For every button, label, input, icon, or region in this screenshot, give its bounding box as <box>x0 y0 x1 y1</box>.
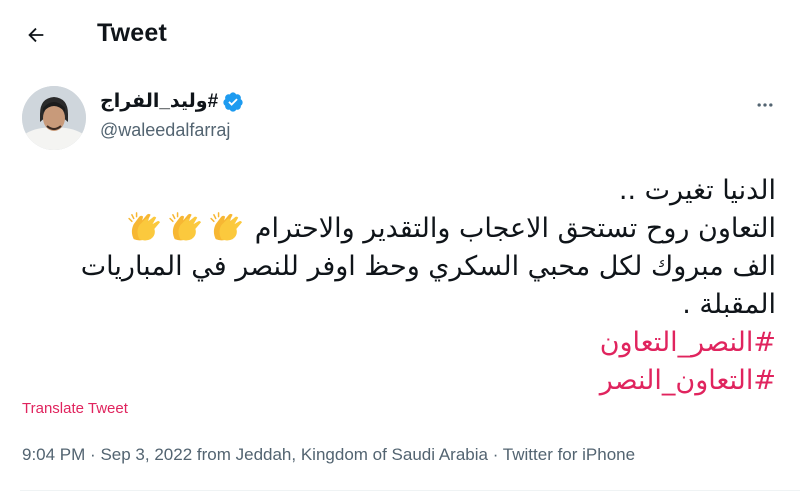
separator: · <box>492 445 499 464</box>
clapping-hands-icon <box>169 212 202 241</box>
more-options-button[interactable] <box>748 88 782 122</box>
back-button[interactable] <box>18 17 54 53</box>
avatar[interactable] <box>22 86 86 150</box>
clapping-hands-icon <box>210 212 243 241</box>
clapping-hands-icon <box>128 212 161 241</box>
arrow-left-icon <box>28 27 44 43</box>
tweet-time[interactable]: 9:04 PM <box>22 445 85 464</box>
tweet-source[interactable]: Twitter for iPhone <box>503 445 635 464</box>
tweet-line: الف مبروك لكل محبي السكري وحظ اوفر للنصر… <box>80 251 776 282</box>
tweet-line: التعاون روح تستحق الاعجاب والتقدير والاح… <box>16 210 776 248</box>
hashtag-link[interactable]: #التعاون_النصر <box>16 362 776 400</box>
author-handle[interactable]: @waleedalfarraj <box>100 120 230 141</box>
more-horizontal-icon <box>757 103 773 107</box>
tweet-line: المقبلة . <box>682 289 776 320</box>
profile-photo <box>22 86 86 150</box>
tweet-text: الدنيا تغيرت .. التعاون روح تستحق الاعجا… <box>16 172 776 400</box>
top-bar: Tweet <box>0 0 800 70</box>
tweet-line: الدنيا تغيرت .. <box>618 175 776 206</box>
page-title: Tweet <box>97 19 167 47</box>
hashtag-link[interactable]: #النصر_التعاون <box>16 324 776 362</box>
author-display-name: #وليد_الفراج <box>100 91 219 112</box>
tweet-line-text: التعاون روح تستحق الاعجاب والتقدير والاح… <box>254 213 776 244</box>
author-name-row[interactable]: #وليد_الفراج <box>100 90 244 113</box>
tweet-metadata: 9:04 PM · Sep 3, 2022 from Jeddah, Kingd… <box>22 445 635 465</box>
tweet-location: from Jeddah, Kingdom of Saudi Arabia <box>196 445 488 464</box>
separator: · <box>90 445 96 464</box>
divider <box>20 490 800 491</box>
translate-tweet-link[interactable]: Translate Tweet <box>22 400 128 417</box>
verified-badge-icon <box>223 91 243 112</box>
tweet-date[interactable]: Sep 3, 2022 <box>100 445 192 464</box>
